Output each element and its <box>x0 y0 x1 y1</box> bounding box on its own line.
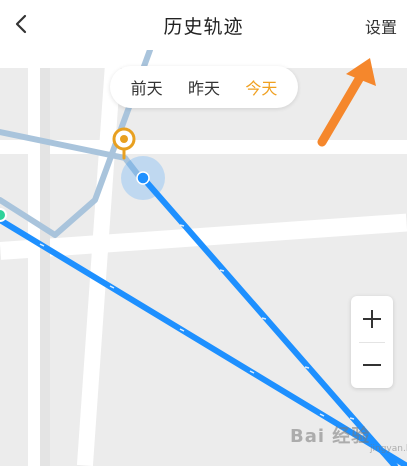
road-vertical-left-edge <box>40 50 50 466</box>
day-selector: 前天 昨天 今天 <box>110 66 298 108</box>
app-screen: 历史轨迹 设置 前天 昨天 今天 Bai 经验 jingyan. <box>0 0 407 466</box>
plus-icon <box>363 310 381 328</box>
watermark: Bai 经验 jingyan.baidu.com <box>290 420 407 454</box>
top-bar: 历史轨迹 设置 <box>0 0 407 50</box>
start-point-icon <box>0 208 7 222</box>
zoom-in-button[interactable] <box>351 296 393 342</box>
tab-yesterday[interactable]: 昨天 <box>186 71 222 103</box>
tab-today[interactable]: 今天 <box>243 71 279 103</box>
tab-day-before-yesterday[interactable]: 前天 <box>129 71 165 103</box>
settings-button[interactable]: 设置 <box>365 14 397 38</box>
watermark-sub: jingyan.baidu.com <box>370 444 407 454</box>
road-vertical-mid <box>76 50 122 466</box>
minus-icon <box>363 364 381 366</box>
zoom-out-button[interactable] <box>351 342 393 388</box>
page-title: 历史轨迹 <box>163 16 244 38</box>
road-horizontal-lower <box>0 213 407 260</box>
current-location-dot-icon <box>136 171 150 185</box>
watermark-text: Bai 经验 <box>290 426 371 447</box>
zoom-control <box>351 296 393 388</box>
orange-arrow-icon <box>317 58 376 147</box>
